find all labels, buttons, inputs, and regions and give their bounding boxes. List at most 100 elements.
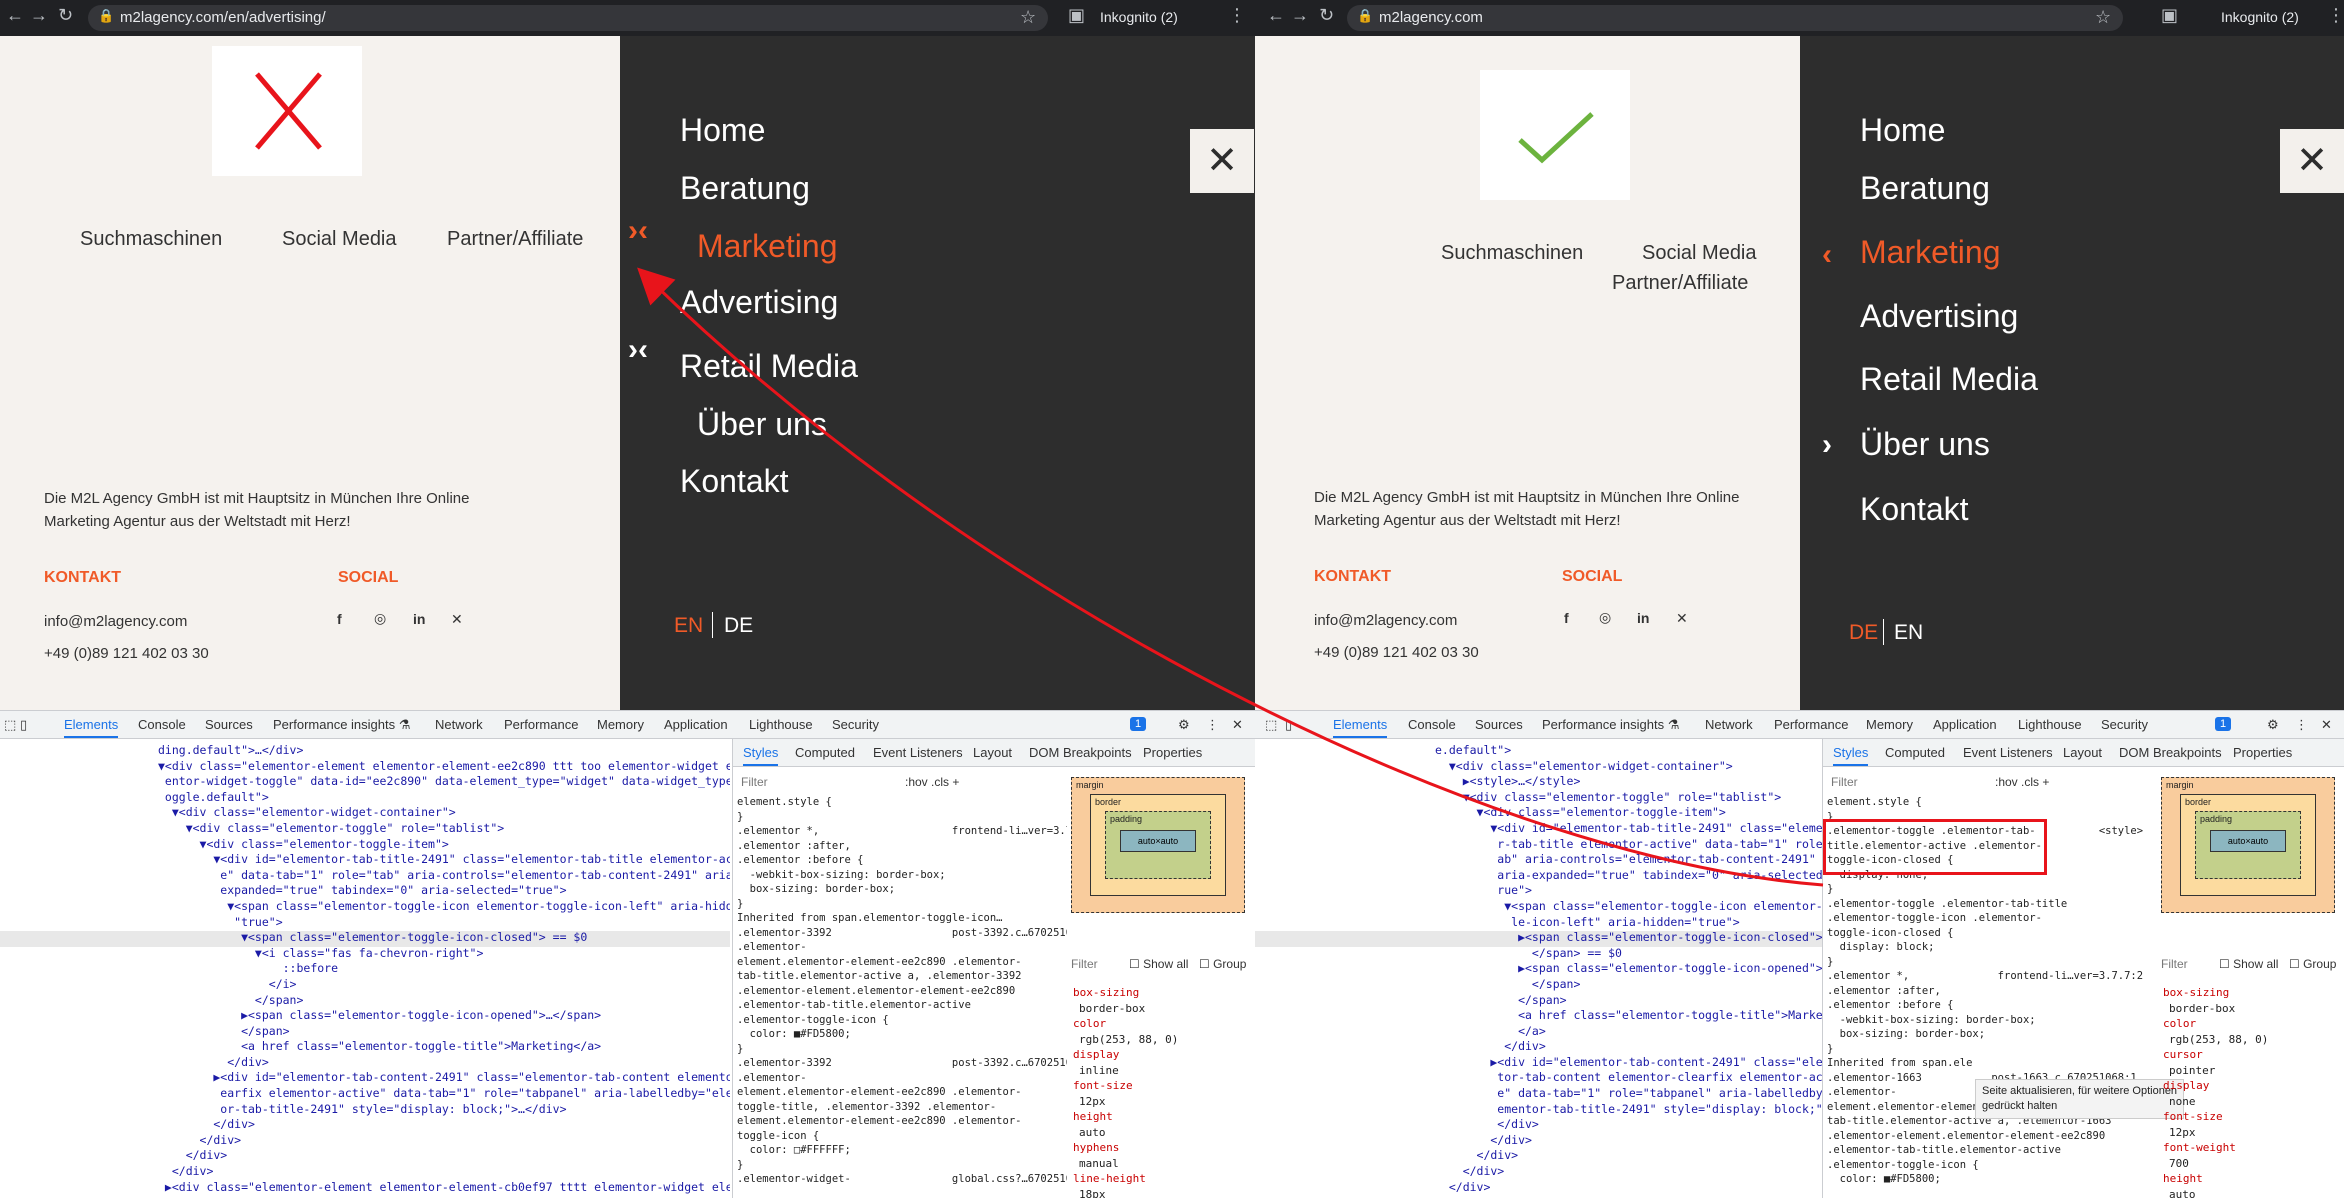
style-rule-line[interactable]: .elementor-3392 post-3392.c…670251071:1 — [737, 1056, 1067, 1071]
tab-memory[interactable]: Memory — [1866, 717, 1913, 732]
tab-performance-insights[interactable]: Performance insights ⚗ — [1542, 717, 1679, 733]
style-rule-line[interactable]: .elementor *, frontend-li…ver=3.7.7:2 — [737, 824, 1067, 839]
nav-item-beratung[interactable]: Beratung — [680, 170, 810, 207]
device-icon[interactable]: ▯ — [20, 717, 27, 733]
styles-filter-input[interactable]: Filter — [1831, 775, 1858, 789]
computed-property[interactable]: display — [2163, 1078, 2343, 1094]
tab-elements[interactable]: Elements — [1333, 717, 1388, 738]
address-bar[interactable]: 🔒 m2lagency.com/en/advertising/ ☆ — [88, 5, 1048, 31]
computed-property[interactable]: 12px — [1073, 1094, 1253, 1110]
dom-line[interactable]: ▶<div id="elementor-tab-content-2491" cl… — [1435, 1055, 1822, 1071]
issues-badge[interactable]: 1 — [1130, 717, 1147, 731]
computed-property[interactable]: height — [2163, 1171, 2343, 1187]
close-menu-button[interactable]: ✕ — [1190, 129, 1254, 193]
dom-line[interactable]: ▼<div class="elementor-toggle" role="tab… — [1435, 790, 1822, 806]
dom-line[interactable]: </a> — [1435, 1024, 1822, 1040]
style-rule-line[interactable]: .elementor-element.elementor-element-ee2… — [737, 984, 1067, 999]
subtab-layout[interactable]: Layout — [2063, 745, 2102, 760]
style-rule-line[interactable]: } — [737, 897, 1067, 912]
computed-property[interactable]: rgb(253, 88, 0) — [1073, 1032, 1253, 1048]
dom-line[interactable]: ▼<div id="elementor-tab-title-2491" clas… — [158, 852, 730, 868]
computed-property[interactable]: 12px — [2163, 1125, 2343, 1141]
chevron-right-icon[interactable]: › — [1822, 428, 1832, 462]
style-rule-line[interactable]: display: block; — [1827, 940, 2153, 955]
category-link[interactable]: Social Media — [1642, 242, 1757, 265]
dom-line[interactable]: </div> — [158, 1117, 730, 1133]
style-rule-line[interactable]: } — [737, 810, 1067, 825]
dom-line[interactable]: entor-widget-toggle" data-id="ee2c890" d… — [158, 774, 730, 790]
subtab-dom-breakpoints[interactable]: DOM Breakpoints — [2119, 745, 2222, 760]
dom-line[interactable]: ▼<span class="elementor-toggle-icon elem… — [1435, 899, 1822, 915]
computed-property[interactable]: color — [1073, 1016, 1253, 1032]
bookmark-star-icon[interactable]: ☆ — [2095, 7, 2111, 28]
nav-item-beratung[interactable]: Beratung — [1860, 170, 1990, 207]
dom-line[interactable]: r-tab-title elementor-active" data-tab="… — [1435, 837, 1822, 853]
email-link[interactable]: info@m2lagency.com — [1314, 612, 1457, 629]
dom-line[interactable]: </i> — [158, 977, 730, 993]
computed-property[interactable]: manual — [1073, 1156, 1253, 1172]
nav-item-retail-media[interactable]: Retail Media — [680, 348, 858, 385]
style-rule-line[interactable]: color: □#FFFFFF; — [737, 1143, 1067, 1158]
xing-icon[interactable]: ✕ — [451, 611, 463, 628]
dom-line[interactable]: le-icon-left" aria-hidden="true"> — [1435, 915, 1822, 931]
category-link[interactable]: Suchmaschinen — [1441, 242, 1583, 265]
dom-line[interactable]: ▶<span class="elementor-toggle-icon-open… — [158, 1008, 730, 1024]
menu-dots-icon[interactable]: ⋮ — [2327, 5, 2344, 26]
style-rule-line[interactable]: .elementor :before { — [737, 853, 1067, 868]
style-rule-line[interactable]: toggle-title, .elementor-3392 .elementor… — [737, 1100, 1067, 1115]
dom-line[interactable]: ▼<div class="elementor-element elementor… — [158, 759, 730, 775]
dom-line[interactable]: rue"> — [1435, 883, 1822, 899]
dom-tree[interactable]: e.default"> ▼<div class="elementor-widge… — [1435, 743, 1822, 1198]
computed-property[interactable]: border-box — [1073, 1001, 1253, 1017]
dom-line[interactable]: </div> — [1435, 1133, 1822, 1149]
style-rule-line[interactable]: } — [1827, 882, 2153, 897]
dom-line[interactable]: ::before — [158, 961, 730, 977]
style-rule-line[interactable]: element.elementor-element-ee2c890 .eleme… — [737, 1114, 1067, 1129]
style-rule-line[interactable]: color: ■#FD5800; — [737, 1027, 1067, 1042]
dom-tree[interactable]: ding.default">…</div> ▼<div class="elemen… — [158, 743, 730, 1198]
group-checkbox[interactable]: ☐ Group — [1199, 957, 1246, 971]
style-rule-line[interactable]: element.elementor-element-ee2c890 .eleme… — [737, 955, 1067, 970]
forward-icon[interactable]: → — [30, 5, 48, 26]
dom-line[interactable]: ab" aria-controls="elementor-tab-content… — [1435, 852, 1822, 868]
more-icon[interactable]: ⋮ — [1206, 717, 1219, 733]
dom-line[interactable]: e" data-tab="1" role="tabpanel" aria-lab… — [1435, 1086, 1822, 1102]
dom-line[interactable]: </div> — [1435, 1180, 1822, 1196]
dom-line[interactable]: </div> — [1435, 1117, 1822, 1133]
style-rule-line[interactable]: -webkit-box-sizing: border-box; — [737, 868, 1067, 883]
dom-line[interactable]: e" data-tab="1" role="tab" aria-controls… — [158, 868, 730, 884]
dom-line[interactable]: </div> — [1435, 1164, 1822, 1180]
style-rule-line[interactable]: .elementor :after, — [737, 839, 1067, 854]
instagram-icon[interactable]: ◎ — [1599, 609, 1611, 626]
computed-property[interactable]: pointer — [2163, 1063, 2343, 1079]
style-rule-line[interactable]: } — [1827, 955, 2153, 970]
computed-property[interactable]: box-sizing — [2163, 985, 2343, 1001]
tab-elements[interactable]: Elements — [64, 717, 119, 738]
tab-security[interactable]: Security — [2101, 717, 2148, 732]
inspect-icon[interactable]: ⬚ — [4, 717, 16, 733]
style-rule-line[interactable]: Inherited from span.ele — [1827, 1056, 2153, 1071]
tab-lighthouse[interactable]: Lighthouse — [749, 717, 813, 732]
style-rule-line[interactable]: -webkit-box-sizing: border-box; — [1827, 1013, 2153, 1028]
styles-filter-input[interactable]: Filter — [741, 775, 768, 789]
style-rule-line[interactable]: .elementor- — [737, 1071, 1067, 1086]
category-link[interactable]: Suchmaschinen — [80, 228, 222, 251]
dom-line[interactable]: tor-tab-content elementor-clearfix eleme… — [1435, 1070, 1822, 1086]
side-panel-icon[interactable]: ▣ — [1068, 5, 1085, 26]
hov-cls-toggle[interactable]: :hov .cls + — [1995, 775, 2049, 789]
style-rule-line[interactable]: element.elementor-element-ee2c890 .eleme… — [737, 1085, 1067, 1100]
computed-filter[interactable]: Filter — [2161, 957, 2188, 971]
phone-link[interactable]: +49 (0)89 121 402 03 30 — [1314, 644, 1479, 661]
style-rule-line[interactable]: toggle-icon-closed { — [1827, 926, 2153, 941]
dom-line[interactable]: </div> — [158, 1164, 730, 1180]
tab-console[interactable]: Console — [138, 717, 186, 732]
tab-console[interactable]: Console — [1408, 717, 1456, 732]
subtab-event-listeners[interactable]: Event Listeners — [1963, 745, 2053, 760]
tab-performance-insights[interactable]: Performance insights ⚗ — [273, 717, 410, 733]
dom-line[interactable]: </span> — [158, 1024, 730, 1040]
incognito-profile[interactable]: Inkognito (2) — [2221, 9, 2299, 25]
show-all-checkbox[interactable]: ☐ Show all — [1129, 957, 1188, 971]
computed-property[interactable]: height — [1073, 1109, 1253, 1125]
dom-line[interactable]: aria-expanded="true" tabindex="0" aria-s… — [1435, 868, 1822, 884]
dom-line[interactable]: </div> — [158, 1055, 730, 1071]
